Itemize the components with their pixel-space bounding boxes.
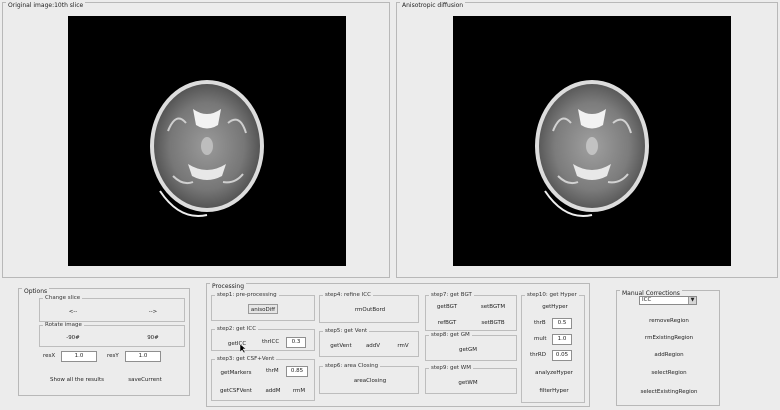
set-bgtb-button[interactable]: setBGTB <box>478 318 508 328</box>
get-vent-button[interactable]: getVent <box>328 341 354 351</box>
step10-group: step10: get Hyper getHyper thrB 0.5 mult… <box>521 292 585 403</box>
panel-title: Options <box>22 288 50 295</box>
region-type-value: ICC <box>642 297 652 303</box>
brain-scan-graphic <box>150 80 264 217</box>
options-panel: Options Change slice <-- --> Rotate imag… <box>18 288 190 396</box>
panel-title: Anisotropic diffusion <box>400 2 466 9</box>
resx-label: resX <box>43 353 56 359</box>
processing-panel: Processing step1: pre-processing anisoDi… <box>206 283 590 407</box>
rotate-plus90-button[interactable]: 90# <box>138 333 168 343</box>
thr-rd-label: thrRD <box>530 352 546 358</box>
rm-out-bord-button[interactable]: rmOutBord <box>350 305 390 315</box>
group-title: Change slice <box>43 295 83 301</box>
panel-title: Original image:10th slice <box>6 2 86 9</box>
resy-label: resY <box>107 353 119 359</box>
mult-label: mult <box>534 336 547 342</box>
get-hyper-button[interactable]: getHyper <box>540 302 570 312</box>
group-title: step7: get BGT <box>429 292 474 298</box>
rm-v-button[interactable]: rmV <box>394 341 412 351</box>
get-gm-button[interactable]: getGM <box>456 345 480 355</box>
step7-group: step7: get BGT getBGT setBGTM refBGT set… <box>425 292 517 331</box>
filter-hyper-button[interactable]: filterHyper <box>534 386 574 396</box>
step9-group: step9: get WM getWM <box>425 365 517 394</box>
mult-input[interactable]: 1.0 <box>552 334 572 345</box>
group-title: Rotate image <box>43 322 84 328</box>
manual-corrections-panel: Manual Corrections ICC ▼ removeRegion rm… <box>616 290 720 406</box>
rotate-image-group: Rotate image -90# 90# <box>39 322 185 347</box>
rm-existing-region-button[interactable]: rmExistingRegion <box>633 333 705 343</box>
add-region-button[interactable]: addRegion <box>637 350 701 360</box>
rotate-minus90-button[interactable]: -90# <box>58 333 88 343</box>
set-bgtm-button[interactable]: setBGTM <box>478 302 508 312</box>
thr-icc-input[interactable]: 0.3 <box>286 337 306 348</box>
step5-group: step5: get Vent getVent addV rmV <box>319 328 419 357</box>
resx-input[interactable]: 1.0 <box>61 351 97 362</box>
group-title: step9: get WM <box>429 365 473 371</box>
step8-group: step8: get GM getGM <box>425 332 517 361</box>
add-m-button[interactable]: addM <box>264 386 282 396</box>
step3-group: step3: get CSF+Vent getMarkers thrM 0.85… <box>211 356 315 401</box>
area-closing-button[interactable]: areaClosing <box>350 376 390 386</box>
group-title: step1: pre-processing <box>215 292 279 298</box>
thr-rd-input[interactable]: 0.05 <box>552 350 572 361</box>
mouse-pointer-icon <box>240 344 247 353</box>
group-title: step6: area Closing <box>323 363 381 369</box>
group-title: step4: refine ICC <box>323 292 373 298</box>
prev-slice-button[interactable]: <-- <box>58 307 88 317</box>
add-v-button[interactable]: addV <box>364 341 382 351</box>
original-image-panel: Original image:10th slice <box>2 2 390 278</box>
group-title: step3: get CSF+Vent <box>215 356 277 362</box>
brain-scan-graphic <box>535 80 649 217</box>
resy-input[interactable]: 1.0 <box>125 351 161 362</box>
select-existing-region-button[interactable]: selectExistingRegion <box>629 387 709 397</box>
thr-icc-label: thrICC <box>262 339 280 345</box>
mri-original-image[interactable] <box>68 16 346 266</box>
next-slice-button[interactable]: --> <box>138 307 168 317</box>
aniso-diff-button[interactable]: anisoDiff <box>248 304 278 314</box>
group-title: step2: get ICC <box>215 326 259 332</box>
step4-group: step4: refine ICC rmOutBord <box>319 292 419 323</box>
step2-group: step2: get ICC getICC thrICC 0.3 <box>211 326 315 353</box>
analyze-hyper-button[interactable]: analyzeHyper <box>532 368 576 378</box>
step1-group: step1: pre-processing anisoDiff <box>211 292 315 321</box>
remove-region-button[interactable]: removeRegion <box>637 316 701 326</box>
ref-bgt-button[interactable]: refBGT <box>434 318 460 328</box>
change-slice-group: Change slice <-- --> <box>39 295 185 322</box>
region-type-select[interactable]: ICC ▼ <box>639 296 697 305</box>
group-title: step5: get Vent <box>323 328 370 334</box>
get-bgt-button[interactable]: getBGT <box>434 302 460 312</box>
group-title: step10: get Hyper <box>525 292 579 298</box>
get-markers-button[interactable]: getMarkers <box>218 368 254 378</box>
chevron-down-icon[interactable]: ▼ <box>688 297 696 304</box>
rm-m-button[interactable]: rmM <box>290 386 308 396</box>
save-current-button[interactable]: saveCurrent <box>125 375 165 385</box>
group-title: step8: get GM <box>429 332 472 338</box>
select-region-button[interactable]: selectRegion <box>637 368 701 378</box>
thr-b-label: thrB <box>534 320 546 326</box>
mri-diffused-image[interactable] <box>453 16 731 266</box>
get-wm-button[interactable]: getWM <box>456 378 480 388</box>
get-csf-vent-button[interactable]: getCSFVent <box>218 386 254 396</box>
thr-b-input[interactable]: 0.5 <box>552 318 572 329</box>
thr-m-label: thrM <box>266 368 279 374</box>
thr-m-input[interactable]: 0.85 <box>286 366 308 377</box>
step6-group: step6: area Closing areaClosing <box>319 363 419 394</box>
panel-title: Processing <box>210 283 247 290</box>
show-all-results-button[interactable]: Show all the results <box>47 375 107 385</box>
anisotropic-diffusion-panel: Anisotropic diffusion <box>396 2 778 278</box>
